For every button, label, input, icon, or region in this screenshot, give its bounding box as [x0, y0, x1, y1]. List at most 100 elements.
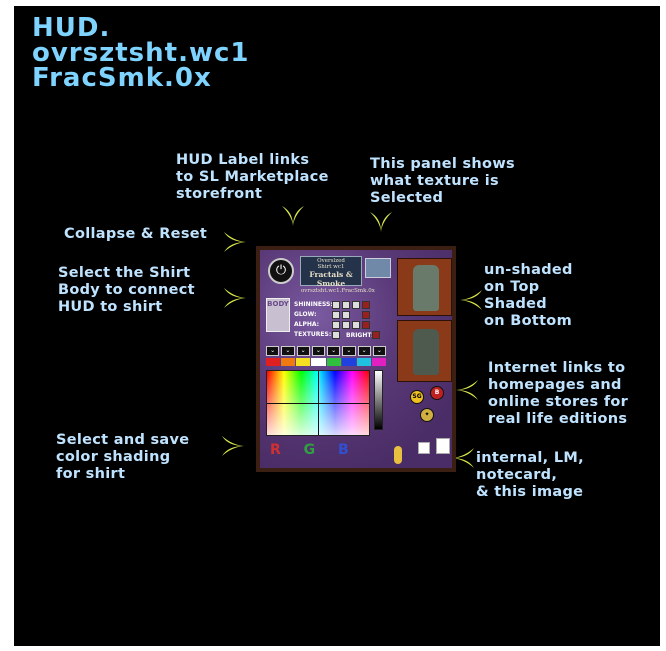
chevron-down-icon[interactable]: ⌄: [266, 346, 280, 356]
marketplace-link-label[interactable]: Overslzed Shirt wc1 Fractals & Smoke ovr…: [300, 256, 375, 294]
callout-collapse: Collapse & Reset: [64, 226, 207, 243]
callout-text: on Top: [484, 279, 540, 295]
callout-text: un-shaded: [484, 262, 573, 278]
textures-label: TEXTURES:: [294, 331, 332, 338]
picker-crosshair: [318, 371, 319, 435]
glow-label: GLOW:: [294, 311, 317, 318]
alpha-button[interactable]: [332, 321, 340, 329]
callout-text: This panel shows: [370, 156, 515, 172]
label-line: ovrsztsht.wc1.FracSmk.0x: [301, 288, 375, 294]
alpha-button[interactable]: [342, 321, 350, 329]
canvas: HUD. ovrsztsht.wc1 FracSmk.0x HUD Label …: [14, 6, 660, 646]
arrow-left-icon: [456, 380, 478, 400]
arrow-right-icon: [222, 436, 244, 456]
label-line: Fractals & Smoke: [309, 270, 353, 288]
shirt-body-button[interactable]: BODY: [266, 298, 290, 332]
color-swatch[interactable]: [311, 358, 326, 366]
callout-text: Collapse & Reset: [64, 226, 208, 242]
callout-text: on Bottom: [484, 313, 572, 329]
callout-color: Select and save color shading for shirt: [56, 432, 189, 483]
callout-text: to SL Marketplace: [176, 169, 329, 185]
callout-text: homepages and: [488, 377, 622, 393]
arrow-right-icon: [224, 232, 246, 252]
green-label: G: [303, 442, 316, 458]
page-title: HUD. ovrsztsht.wc1 FracSmk.0x: [32, 15, 249, 91]
red-label: R: [270, 442, 281, 458]
color-swatch[interactable]: [371, 358, 386, 366]
hud-panel: ⏻ Overslzed Shirt wc1 Fractals & Smoke o…: [256, 246, 456, 472]
callout-text: Shaded: [484, 296, 547, 312]
color-swatch[interactable]: [341, 358, 356, 366]
bright-button[interactable]: [372, 331, 380, 339]
alpha-button[interactable]: [352, 321, 360, 329]
chevron-down-icon[interactable]: ⌄: [357, 346, 371, 356]
callout-text: for shirt: [56, 466, 126, 482]
callout-hud-label: HUD Label links to SL Marketplace storef…: [176, 152, 329, 203]
glow-button[interactable]: [342, 311, 350, 319]
color-swatch[interactable]: [296, 358, 311, 366]
alpha-off-button[interactable]: [362, 321, 370, 329]
arrow-down-icon: [370, 212, 392, 232]
chevron-down-icon[interactable]: ⌄: [296, 346, 310, 356]
callout-text: Select and save: [56, 432, 190, 448]
callout-text: HUD to shirt: [58, 299, 163, 315]
shininess-high-button[interactable]: [352, 301, 360, 309]
property-labels: SHININESS: GLOW: ALPHA: TEXTURES:: [294, 300, 333, 340]
color-swatch[interactable]: [281, 358, 296, 366]
callout-select-shirt: Select the Shirt Body to connect HUD to …: [58, 265, 195, 316]
shirt-preview: [413, 329, 439, 375]
callout-text: Selected: [370, 190, 444, 206]
landmark-icon[interactable]: [418, 442, 430, 454]
emblem-icon[interactable]: ✦: [420, 408, 434, 422]
callout-text: notecard,: [476, 467, 558, 483]
link-icon-label: B: [434, 389, 440, 396]
homepage-link-icon[interactable]: SG: [410, 390, 424, 404]
shininess-off-button[interactable]: [362, 301, 370, 309]
callout-shading: un-shaded on Top Shaded on Bottom: [484, 262, 573, 330]
textures-button[interactable]: [332, 331, 340, 339]
callout-text: Body to connect: [58, 282, 195, 298]
microphone-icon[interactable]: [394, 446, 402, 464]
callout-text: & this image: [476, 484, 584, 500]
color-swatch[interactable]: [356, 358, 371, 366]
callout-text: color shading: [56, 449, 171, 465]
arrow-down-icon: [282, 206, 304, 226]
chevron-down-icon[interactable]: ⌄: [327, 346, 341, 356]
callout-text: what texture is: [370, 173, 499, 189]
callout-internal: internal, LM, notecard, & this image: [476, 450, 584, 501]
blue-label: B: [338, 442, 349, 458]
glow-off-button[interactable]: [362, 311, 370, 319]
glow-button[interactable]: [332, 311, 340, 319]
callout-text: Internet links to: [488, 360, 626, 376]
brightness-slider[interactable]: [374, 370, 383, 430]
callout-text: real life editions: [488, 411, 628, 427]
callout-panel: This panel shows what texture is Selecte…: [370, 156, 515, 207]
selected-indicator: [365, 258, 391, 278]
texture-panel-shaded: [397, 320, 452, 382]
chevron-down-icon[interactable]: ⌄: [281, 346, 295, 356]
notecard-icon[interactable]: [436, 438, 450, 454]
callout-internet: Internet links to homepages and online s…: [488, 360, 628, 428]
callout-text: internal, LM,: [476, 450, 584, 466]
callout-text: Select the Shirt: [58, 265, 191, 281]
body-label: BODY: [267, 300, 289, 308]
store-link-icon[interactable]: B: [430, 386, 444, 400]
alpha-label: ALPHA:: [294, 321, 320, 328]
arrow-left-icon: [460, 290, 482, 310]
chevron-down-icon[interactable]: ⌄: [372, 346, 386, 356]
chevron-down-icon[interactable]: ⌄: [311, 346, 325, 356]
preset-dropdowns: ⌄ ⌄ ⌄ ⌄ ⌄ ⌄ ⌄ ⌄: [266, 346, 386, 356]
shininess-low-button[interactable]: [332, 301, 340, 309]
color-swatch[interactable]: [266, 358, 281, 366]
color-swatches: [266, 358, 386, 366]
shirt-preview: [413, 265, 439, 311]
rgb-controls: R G B: [270, 442, 349, 458]
color-swatch[interactable]: [326, 358, 341, 366]
texture-panel-unshaded: [397, 258, 452, 316]
color-picker[interactable]: [266, 370, 370, 436]
collapse-reset-button[interactable]: ⏻: [268, 258, 294, 284]
bright-label: BRIGHT:: [346, 332, 374, 339]
chevron-down-icon[interactable]: ⌄: [342, 346, 356, 356]
shininess-med-button[interactable]: [342, 301, 350, 309]
arrow-right-icon: [224, 288, 246, 308]
